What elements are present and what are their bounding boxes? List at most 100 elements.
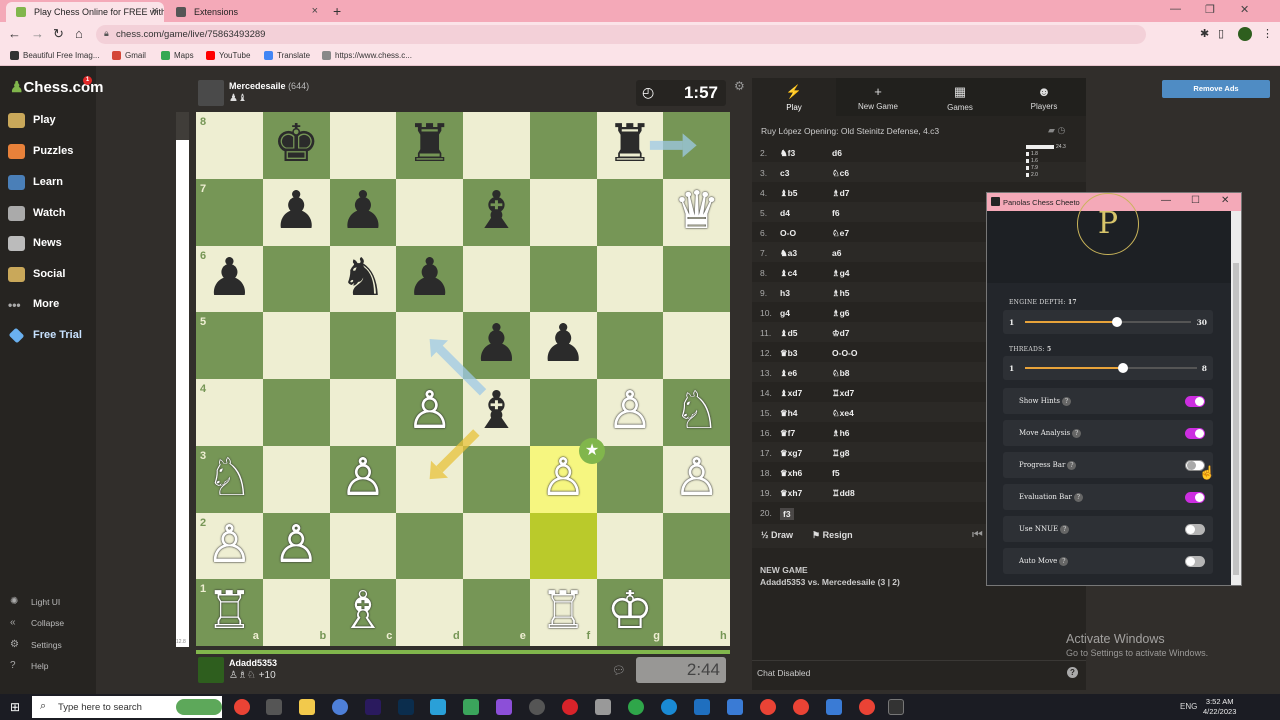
- bookmark-item[interactable]: Translate: [264, 51, 310, 60]
- app-icon[interactable]: [529, 699, 545, 715]
- sidebar-item-play[interactable]: Play: [8, 112, 56, 130]
- app-icon[interactable]: [727, 699, 743, 715]
- avatar[interactable]: [198, 657, 224, 683]
- app-icon[interactable]: [628, 699, 644, 715]
- black-move[interactable]: f6: [832, 208, 840, 218]
- menu-icon[interactable]: ⋮: [1262, 27, 1273, 40]
- black-move[interactable]: ♘xe4: [832, 408, 854, 419]
- app-icon[interactable]: [826, 699, 842, 715]
- bookmark-item[interactable]: https://www.chess.c...: [322, 51, 412, 60]
- black-move[interactable]: d6: [832, 148, 842, 158]
- extension-app-icon[interactable]: [888, 699, 904, 715]
- chrome-icon[interactable]: [760, 699, 776, 715]
- close-tab-icon[interactable]: ×: [152, 5, 158, 17]
- white-move[interactable]: ♞f3: [780, 148, 795, 159]
- help-icon[interactable]: ?: [1067, 461, 1077, 470]
- reload-icon[interactable]: ↻: [53, 26, 64, 42]
- sidebar-item-news[interactable]: News: [8, 235, 62, 253]
- black-move[interactable]: ♘b8: [832, 368, 850, 379]
- black-move[interactable]: ♗g4: [832, 268, 850, 279]
- clock-icon[interactable]: ◷: [1057, 125, 1065, 135]
- task-view-icon[interactable]: [266, 699, 282, 715]
- white-move[interactable]: h3: [780, 288, 790, 298]
- toggle-switch[interactable]: [1185, 556, 1205, 567]
- bookmark-item[interactable]: YouTube: [206, 51, 250, 60]
- close-tab-icon[interactable]: ×: [312, 5, 318, 17]
- white-move[interactable]: O-O: [780, 228, 796, 238]
- black-move[interactable]: ♗d7: [832, 188, 850, 199]
- scrollbar[interactable]: [1231, 211, 1241, 585]
- light-ui-button[interactable]: ✺ Light UI: [10, 596, 60, 607]
- board-settings-icon[interactable]: ⚙: [734, 79, 745, 93]
- sidebar-item-social[interactable]: Social: [8, 266, 65, 284]
- chess-logo[interactable]: ♟Chess.com 1: [10, 76, 104, 96]
- chrome-icon[interactable]: [234, 699, 250, 715]
- resign-button[interactable]: ⚑ Resign: [812, 530, 853, 541]
- black-move[interactable]: ♔d7: [832, 328, 850, 339]
- white-move[interactable]: ♛xg7: [780, 448, 802, 459]
- book-icon[interactable]: ▰: [1048, 125, 1055, 135]
- chat-icon[interactable]: 💬︎: [612, 664, 626, 677]
- white-move[interactable]: ♛xh7: [780, 488, 802, 499]
- new-game-players[interactable]: Adadd5353 vs. Mercedesaile (3 | 2): [760, 576, 900, 588]
- app-icon[interactable]: [463, 699, 479, 715]
- black-move[interactable]: a6: [832, 248, 841, 258]
- collapse-button[interactable]: «Collapse: [10, 617, 64, 628]
- app-icon[interactable]: [595, 699, 611, 715]
- info-icon[interactable]: ?: [1067, 667, 1078, 678]
- avatar[interactable]: [198, 80, 224, 106]
- windows-start-icon[interactable]: ⊞: [10, 700, 20, 714]
- white-move[interactable]: ♛xh6: [780, 468, 802, 479]
- help-button[interactable]: ? Help: [10, 660, 48, 671]
- help-icon[interactable]: ?: [1062, 397, 1071, 406]
- profile-avatar[interactable]: [1238, 27, 1252, 41]
- tab-new-game[interactable]: + New Game: [836, 78, 920, 116]
- home-icon[interactable]: ⌂: [75, 26, 83, 41]
- new-tab-button[interactable]: +: [333, 3, 341, 19]
- help-icon[interactable]: ?: [1072, 429, 1082, 438]
- app-icon[interactable]: [430, 699, 446, 715]
- minimize-icon[interactable]: —: [1161, 195, 1171, 206]
- close-window-icon[interactable]: ✕: [1240, 3, 1249, 16]
- white-move[interactable]: ♞a3: [780, 248, 797, 259]
- black-move[interactable]: ♘e7: [832, 228, 849, 239]
- visual-studio-icon[interactable]: [496, 699, 512, 715]
- bookmark-item[interactable]: Beautiful Free Imag...: [10, 51, 99, 60]
- address-bar[interactable]: 🔒︎ chess.com/game/live/75863493289: [96, 25, 1146, 44]
- white-move[interactable]: d4: [780, 208, 790, 218]
- bookmark-item[interactable]: Gmail: [112, 51, 146, 60]
- chess-board[interactable]: 8 7 6 5 4 3 2 1 a b c d e f g h ♚ ♜ ♜ ♟ ♟ ♝ ♛ ♟ ♞ ♟ ♟ ♟ ♙ ♝ ♙ ♘ ♘ ♙ ♙ ♙ ♙ ♙ ♖ ♗…: [196, 112, 730, 646]
- white-move[interactable]: ♝b5: [780, 188, 798, 199]
- remove-ads-button[interactable]: Remove Ads: [1162, 80, 1270, 98]
- tab-chess[interactable]: Play Chess Online for FREE with ×: [6, 2, 164, 22]
- edge-icon[interactable]: [661, 699, 677, 715]
- sidebar-item-learn[interactable]: Learn: [8, 174, 63, 192]
- black-move[interactable]: ♗h6: [832, 428, 850, 439]
- file-explorer-icon[interactable]: [299, 699, 315, 715]
- help-icon[interactable]: ?: [1059, 557, 1069, 566]
- sidebar-item-watch[interactable]: Watch: [8, 205, 66, 223]
- tab-games[interactable]: ▦ Games: [918, 78, 1002, 116]
- white-move[interactable]: ♝c4: [780, 268, 797, 279]
- slider-handle[interactable]: [1118, 363, 1129, 373]
- sidepanel-icon[interactable]: ▯: [1218, 27, 1224, 40]
- engine-depth-slider[interactable]: 1 30: [1003, 310, 1213, 334]
- weather-widget[interactable]: [176, 699, 222, 715]
- minimize-icon[interactable]: —: [1170, 3, 1181, 15]
- draw-button[interactable]: ½ Draw: [761, 530, 793, 540]
- scrollbar-thumb[interactable]: [1233, 263, 1239, 575]
- black-move[interactable]: ♖dd8: [832, 488, 855, 499]
- chrome-icon[interactable]: [859, 699, 875, 715]
- black-move[interactable]: ♘c6: [832, 168, 849, 179]
- extensions-icon[interactable]: ✱: [1200, 27, 1209, 40]
- white-move[interactable]: ♝d5: [780, 328, 798, 339]
- settings-button[interactable]: ⚙ Settings: [10, 639, 62, 650]
- opera-icon[interactable]: [562, 699, 578, 715]
- white-move[interactable]: ♛f7: [780, 428, 795, 439]
- slider-handle[interactable]: [1111, 317, 1122, 327]
- system-clock[interactable]: 3:52 AM 4/22/2023: [1203, 697, 1236, 717]
- sidebar-item-more[interactable]: ••• More: [8, 296, 59, 314]
- premiere-icon[interactable]: [365, 699, 381, 715]
- black-move[interactable]: O-O-O: [832, 348, 858, 358]
- tab-extensions[interactable]: Extensions ×: [166, 2, 324, 22]
